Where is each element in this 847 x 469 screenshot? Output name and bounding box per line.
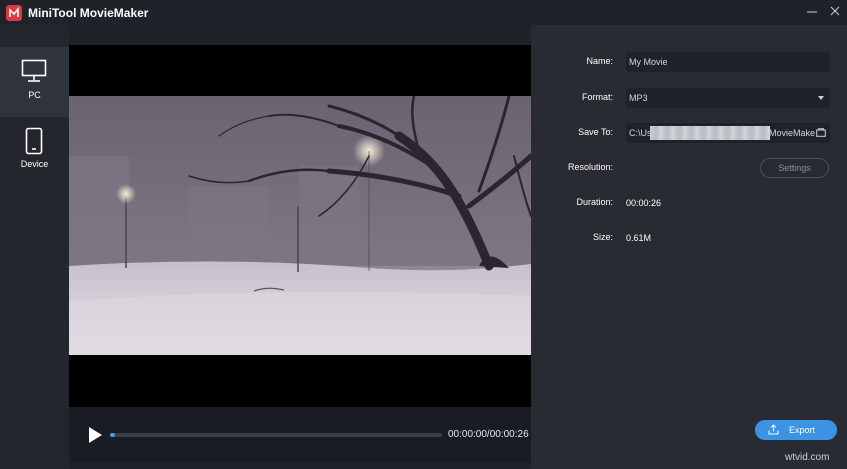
upload-icon	[768, 424, 779, 435]
progress-bar[interactable]	[110, 433, 442, 437]
video-preview	[69, 45, 531, 407]
blurred-path	[650, 126, 770, 140]
save-to-label: Save To:	[578, 127, 613, 137]
size-value: 0.61M	[626, 233, 652, 243]
save-to-suffix: MovieMake	[769, 128, 816, 138]
close-icon[interactable]	[826, 4, 844, 20]
format-value: MP3	[629, 93, 648, 103]
sidebar-item-label: PC	[28, 90, 41, 100]
format-label: Format:	[581, 92, 613, 102]
app-title: MiniTool MovieMaker	[28, 6, 149, 20]
duration-label: Duration:	[576, 197, 613, 207]
duration-value: 00:00:26	[626, 198, 662, 208]
watermark: wtvid.com	[785, 452, 830, 463]
sidebar-item-pc[interactable]: PC	[0, 47, 69, 117]
settings-button[interactable]: Settings	[760, 158, 829, 178]
phone-icon	[25, 127, 43, 155]
playback-controls: 00:00:00/00:00:26	[69, 407, 531, 462]
timecode: 00:00:00/00:00:26	[448, 429, 529, 440]
resolution-label: Resolution:	[567, 162, 613, 172]
name-input[interactable]: My Movie	[626, 52, 830, 72]
format-select[interactable]: MP3	[626, 88, 830, 108]
export-button[interactable]: Export	[755, 420, 837, 440]
sidebar-item-label: Device	[20, 159, 49, 169]
name-value: My Movie	[629, 57, 668, 67]
chevron-down-icon	[818, 96, 824, 100]
app-logo-icon	[6, 5, 22, 21]
video-frame	[69, 96, 531, 355]
sidebar: PC Device	[0, 25, 69, 469]
export-settings-panel: Name: My Movie Format: MP3 Save To: C:\U…	[531, 25, 847, 469]
export-label: Export	[789, 425, 816, 435]
size-label: Size:	[592, 232, 613, 242]
minimize-icon[interactable]	[803, 4, 821, 20]
save-to-field[interactable]: C:\Use MovieMake	[626, 123, 830, 143]
play-icon[interactable]	[87, 426, 103, 444]
sidebar-item-device[interactable]: Device	[0, 117, 69, 187]
progress-fill	[110, 433, 115, 437]
monitor-icon	[21, 59, 47, 82]
title-bar: MiniTool MovieMaker	[0, 0, 847, 25]
folder-icon[interactable]	[816, 128, 826, 137]
name-label: Name:	[586, 56, 613, 66]
